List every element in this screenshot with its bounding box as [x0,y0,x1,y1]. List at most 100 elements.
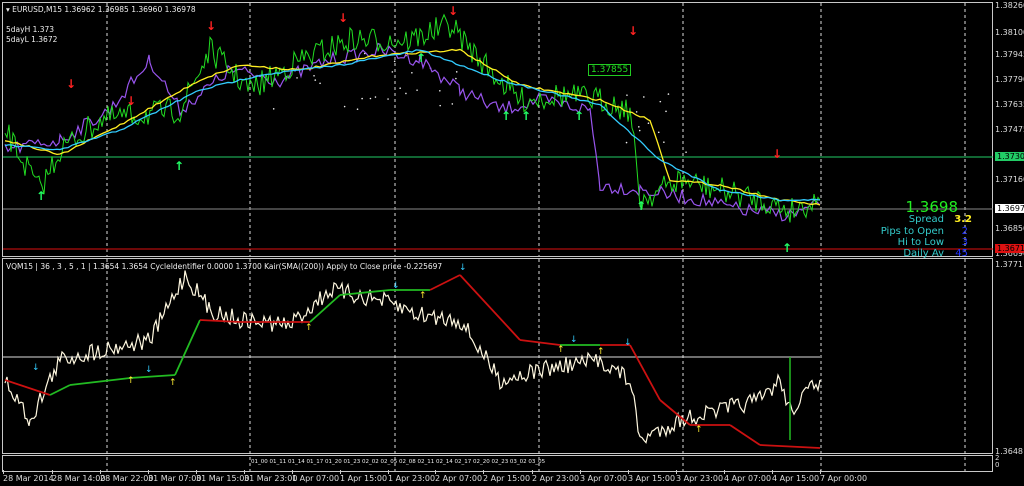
price-line [4,13,821,223]
time-tick [628,470,629,474]
indicator-title: VQM15 | 36 , 3 , 5 , 1 | 1.3654 1.3654 C… [6,262,443,271]
cloud-dot [625,141,628,144]
cloud-dot [647,122,650,124]
cloud-dot [665,110,667,113]
time-axis-label: 3 Apr 07:00 [580,474,628,483]
price-axis-label: 1.37945 [995,50,1024,59]
arrow-down-icon: ↓ [459,263,467,273]
cloud-dot [374,96,377,98]
pips-to-open-value: 2 [961,226,968,237]
time-axis-label: 2 Apr 23:00 [532,474,580,483]
time-tick [532,470,533,474]
price-axis-label: 1.37475 [995,125,1024,134]
arrow-up-icon: ↑ [636,199,646,213]
arrow-down-icon: ↓ [145,365,153,375]
cloud-dot [272,108,275,110]
time-axis-label: 2 Apr 15:00 [483,474,531,483]
arrow-up-icon: ↑ [597,347,605,357]
time-tick [3,470,4,474]
arrow-down-icon: ↓ [448,4,458,18]
time-tick [340,470,341,474]
cloud-dot [638,126,640,128]
cloud-dot [411,72,413,74]
hi-to-low-value: 3 [961,237,968,248]
cloud-dot [439,90,441,92]
time-tick [435,470,436,474]
time-tick [772,470,773,474]
cloud-dot [369,97,372,100]
price-axis-label: 1.36850 [995,224,1024,233]
signal-line-segment [429,274,461,291]
price-axis-label: 1.37160 [995,175,1024,184]
arrow-up-icon: ↑ [501,109,511,123]
time-axis-label: 2 Apr 07:00 [435,474,483,483]
signal-line-segment [729,424,761,446]
time-axis-label: 28 Mar 22:00 [100,474,154,483]
signal-line-segment [629,344,661,401]
daily-avg-value: 45 [955,248,968,259]
time-axis-label: 28 Mar 14:00 [52,474,106,483]
symbol-quote: EURUSD,M15 1.36962 1.36985 1.36960 1.369… [12,5,196,14]
signal-line-segment [309,294,341,323]
time-tick [676,470,677,474]
cloud-dot [314,79,317,81]
cloud-dot [455,71,458,73]
cloud-dot [343,105,346,108]
time-axis-label: 1 Apr 07:00 [292,474,340,483]
five-day-high: 5dayH 1.373 [6,25,55,34]
arrow-up-icon: ↑ [36,189,46,203]
sub-axis-bottom: 0 [995,461,1000,469]
arrow-up-icon: ↑ [305,323,313,333]
arrow-down-icon: ↓ [338,11,348,25]
arrow-up-icon: ↑ [521,109,531,123]
daily-avg-label: Daily Av [903,248,944,259]
time-tick [52,470,53,474]
time-axis-label: 1 Apr 15:00 [340,474,388,483]
price-axis-label: 1.38100 [995,28,1024,37]
spread-label: Spread [908,214,944,225]
arrow-up-icon: ↑ [169,378,177,388]
signal-line-segment [49,384,71,396]
time-tick [148,470,149,474]
arrow-up-icon: ↑ [695,425,703,435]
cloud-dot [659,100,662,103]
arrow-down-icon: ↓ [772,147,782,161]
cloud-dot [643,96,645,98]
time-tick [244,470,245,474]
signal-line-segment [174,319,201,376]
cloud-dot [455,77,457,80]
cloud-dot [393,60,396,63]
arrow-up-icon: ↑ [419,291,427,301]
signal-line-segment [759,444,821,449]
five-day-low: 5dayL 1.3672 [6,35,58,44]
arrow-down-icon: ↓ [32,363,40,373]
arrow-down-icon: ↓ [392,281,400,291]
time-tick [196,470,197,474]
cloud-dot [663,141,665,143]
time-axis-label: 7 Apr 00:00 [820,474,868,483]
time-axis-label: 4 Apr 07:00 [724,474,772,483]
cloud-dot [387,98,389,100]
cloud-dot [319,82,321,85]
time-tick [724,470,725,474]
cloud-dot [439,104,441,107]
signal-line-segment [519,339,561,346]
time-axis-label: 31 Mar 23:00 [244,474,298,483]
current-price-tag: 1.36978 [995,204,1024,213]
cloud-dot [638,129,641,132]
green-line-price: 1.37303 [995,152,1024,161]
signal-line-segment [69,377,131,386]
arrow-up-icon: ↑ [557,345,565,355]
time-axis-label: 3 Apr 23:00 [676,474,724,483]
cloud-dot [416,89,418,91]
price-axis-label: 1.37635 [995,100,1024,109]
signal-line-segment [339,289,391,296]
arrow-down-icon: ↓ [624,338,632,348]
arrow-up-icon: ↑ [416,51,426,65]
arrow-up-icon: ↑ [174,159,184,173]
time-tick [820,470,821,474]
arrow-down-icon: ↓ [126,94,136,108]
cloud-dot [657,131,660,134]
time-tick [483,470,484,474]
cloud-dot [399,87,401,90]
